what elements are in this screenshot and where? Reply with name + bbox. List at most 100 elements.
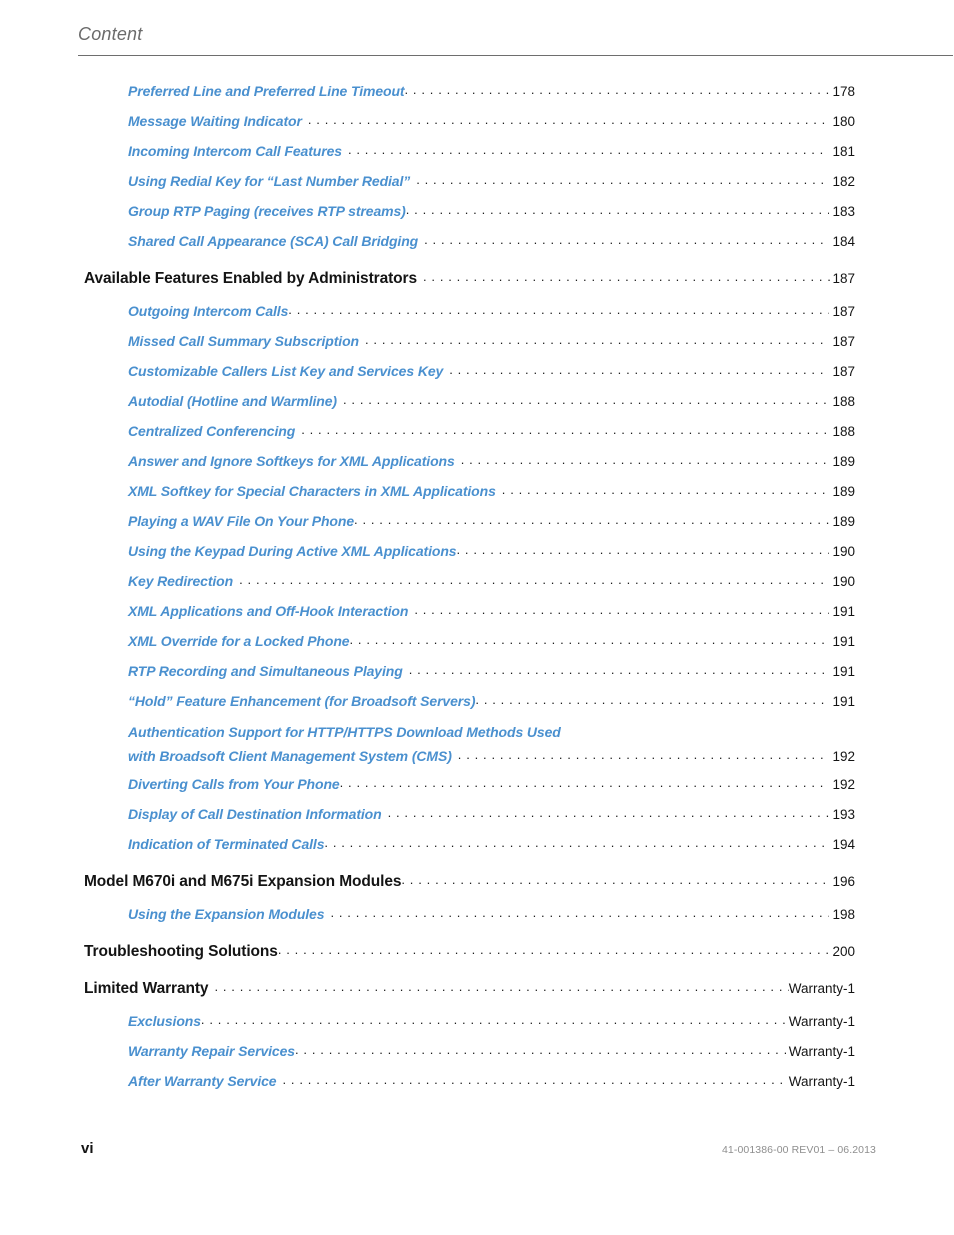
dot-leader — [475, 690, 829, 706]
toc-entry-section[interactable]: Troubleshooting Solutions 200 — [0, 940, 954, 970]
dot-leader — [457, 540, 830, 556]
toc-entry-title: Available Features Enabled by Administra… — [84, 270, 417, 287]
dot-leader — [288, 300, 829, 316]
toc-entry-page-number: 198 — [832, 907, 855, 922]
dot-leader — [424, 230, 829, 246]
dot-leader — [449, 360, 829, 376]
toc-entry-page-number: 183 — [832, 204, 855, 219]
document-page: Content Preferred Line and Preferred Lin… — [0, 0, 954, 1235]
dot-leader — [278, 940, 833, 956]
dot-leader — [401, 870, 832, 886]
toc-entry-subsection[interactable]: Group RTP Paging (receives RTP streams) 1… — [0, 200, 954, 230]
toc-entry-subsection[interactable]: Display of Call Destination Information 1… — [0, 803, 954, 833]
toc-entry-subsection[interactable]: Exclusions Warranty-1 — [0, 1010, 954, 1040]
toc-entry-page-number: 184 — [832, 234, 855, 249]
toc-entry-subsection[interactable]: Using the Expansion Modules 198 — [0, 903, 954, 933]
toc-entry-subsection[interactable]: Outgoing Intercom Calls 187 — [0, 300, 954, 330]
dot-leader — [340, 773, 830, 789]
toc-entry-page-number: 188 — [832, 424, 855, 439]
toc-entry-subsection[interactable]: XML Override for a Locked Phone 191 — [0, 630, 954, 660]
toc-entry-title: Using the Keypad During Active XML Appli… — [128, 543, 457, 559]
toc-entry-title: Warranty Repair Services — [128, 1043, 295, 1059]
toc-entry-page-number: 191 — [832, 634, 855, 649]
dot-leader — [354, 510, 829, 526]
toc-entry-title: Diverting Calls from Your Phone — [128, 776, 340, 792]
dot-leader — [406, 200, 830, 216]
toc-entry-subsection-wrapped[interactable]: Authentication Support for HTTP/HTTPS Do… — [0, 720, 954, 773]
toc-entry-title: Model M670i and M675i Expansion Modules — [84, 873, 402, 890]
toc-entry-subsection[interactable]: Autodial (Hotline and Warmline) 188 — [0, 390, 954, 420]
toc-entry-title: “Hold” Feature Enhancement (for Broadsof… — [128, 693, 476, 709]
dot-leader — [388, 803, 830, 819]
toc-entry-title: Using the Expansion Modules — [128, 906, 325, 922]
toc-entry-page-number: 191 — [832, 604, 855, 619]
toc-entry-page-number: 193 — [832, 807, 855, 822]
toc-entry-title: XML Softkey for Special Characters in XM… — [128, 483, 496, 499]
toc-entry-subsection[interactable]: Message Waiting Indicator 180 — [0, 110, 954, 140]
toc-entry-page-number: 196 — [832, 874, 855, 889]
toc-entry-subsection[interactable]: RTP Recording and Simultaneous Playing 19… — [0, 660, 954, 690]
dot-leader — [214, 977, 788, 993]
toc-entry-title: Key Redirection — [128, 573, 234, 589]
toc-entry-page-number: 189 — [832, 454, 855, 469]
toc-entry-page-number: Warranty-1 — [788, 981, 855, 996]
dot-leader — [409, 660, 830, 676]
toc-entry-page-number: 187 — [832, 364, 855, 379]
toc-entry-title-line2-row: with Broadsoft Client Management System … — [128, 745, 855, 773]
dot-leader — [239, 570, 829, 586]
toc-entry-title: Autodial (Hotline and Warmline) — [128, 393, 337, 409]
toc-entry-page-number: 194 — [832, 837, 855, 852]
toc-entry-section[interactable]: Available Features Enabled by Administra… — [0, 267, 954, 297]
dot-leader — [416, 170, 829, 186]
toc-entry-subsection[interactable]: Answer and Ignore Softkeys for XML Appli… — [0, 450, 954, 480]
dot-leader — [349, 630, 829, 646]
toc-entry-subsection[interactable]: XML Softkey for Special Characters in XM… — [0, 480, 954, 510]
dot-leader — [301, 420, 829, 436]
toc-entry-subsection[interactable]: Key Redirection 190 — [0, 570, 954, 600]
toc-entry-title: Outgoing Intercom Calls — [128, 303, 289, 319]
toc-entry-title: Message Waiting Indicator — [128, 113, 302, 129]
toc-entry-subsection[interactable]: Using Redial Key for “Last Number Redial… — [0, 170, 954, 200]
toc-entry-subsection[interactable]: Indication of Terminated Calls 194 — [0, 833, 954, 863]
toc-entry-subsection[interactable]: Incoming Intercom Call Features 181 — [0, 140, 954, 170]
toc-entry-subsection[interactable]: Warranty Repair Services Warranty-1 — [0, 1040, 954, 1070]
toc-entry-subsection[interactable]: XML Applications and Off-Hook Interactio… — [0, 600, 954, 630]
toc-entry-title: Using Redial Key for “Last Number Redial… — [128, 173, 411, 189]
toc-entry-title: Troubleshooting Solutions — [84, 943, 278, 960]
running-header-title: Content — [78, 24, 143, 44]
toc-entry-page-number: 189 — [832, 484, 855, 499]
toc-entry-subsection[interactable]: Missed Call Summary Subscription 187 — [0, 330, 954, 360]
toc-entry-title: Incoming Intercom Call Features — [128, 143, 342, 159]
toc-entry-page-number: 190 — [832, 544, 855, 559]
toc-entry-subsection[interactable]: Centralized Conferencing 188 — [0, 420, 954, 450]
toc-entry-page-number: 181 — [832, 144, 855, 159]
dot-leader — [324, 833, 829, 849]
toc-entry-page-number: 200 — [832, 944, 855, 959]
dot-leader — [414, 600, 829, 616]
toc-entry-page-number: Warranty-1 — [788, 1044, 855, 1059]
toc-entry-title: Playing a WAV File On Your Phone — [128, 513, 355, 529]
toc-entry-subsection[interactable]: Diverting Calls from Your Phone 192 — [0, 773, 954, 803]
toc-entry-subsection[interactable]: Shared Call Appearance (SCA) Call Bridgi… — [0, 230, 954, 260]
toc-entry-title: Missed Call Summary Subscription — [128, 333, 359, 349]
toc-entry-title: Preferred Line and Preferred Line Timeou… — [128, 83, 405, 99]
dot-leader — [348, 140, 830, 156]
toc-entry-title: Customizable Callers List Key and Servic… — [128, 363, 444, 379]
toc-entry-title: XML Override for a Locked Phone — [128, 633, 350, 649]
toc-entry-subsection[interactable]: Preferred Line and Preferred Line Timeou… — [0, 80, 954, 110]
toc-entry-page-number: 187 — [832, 271, 855, 286]
dot-leader — [502, 480, 830, 496]
toc-entry-section[interactable]: Model M670i and M675i Expansion Modules 1… — [0, 870, 954, 900]
toc-entry-subsection[interactable]: After Warranty Service Warranty-1 — [0, 1070, 954, 1100]
table-of-contents: Preferred Line and Preferred Line Timeou… — [0, 80, 954, 1100]
toc-entry-title: After Warranty Service — [128, 1073, 277, 1089]
toc-entry-subsection[interactable]: Using the Keypad During Active XML Appli… — [0, 540, 954, 570]
toc-entry-page-number: 191 — [832, 664, 855, 679]
toc-entry-subsection[interactable]: “Hold” Feature Enhancement (for Broadsof… — [0, 690, 954, 720]
footer-document-id: 41-001386-00 REV01 – 06.2013 — [721, 1144, 876, 1156]
toc-entry-subsection[interactable]: Playing a WAV File On Your Phone 189 — [0, 510, 954, 540]
toc-entry-subsection[interactable]: Customizable Callers List Key and Servic… — [0, 360, 954, 390]
toc-entry-page-number: 191 — [832, 694, 855, 709]
toc-entry-page-number: Warranty-1 — [788, 1014, 855, 1029]
toc-entry-section[interactable]: Limited Warranty Warranty-1 — [0, 977, 954, 1007]
